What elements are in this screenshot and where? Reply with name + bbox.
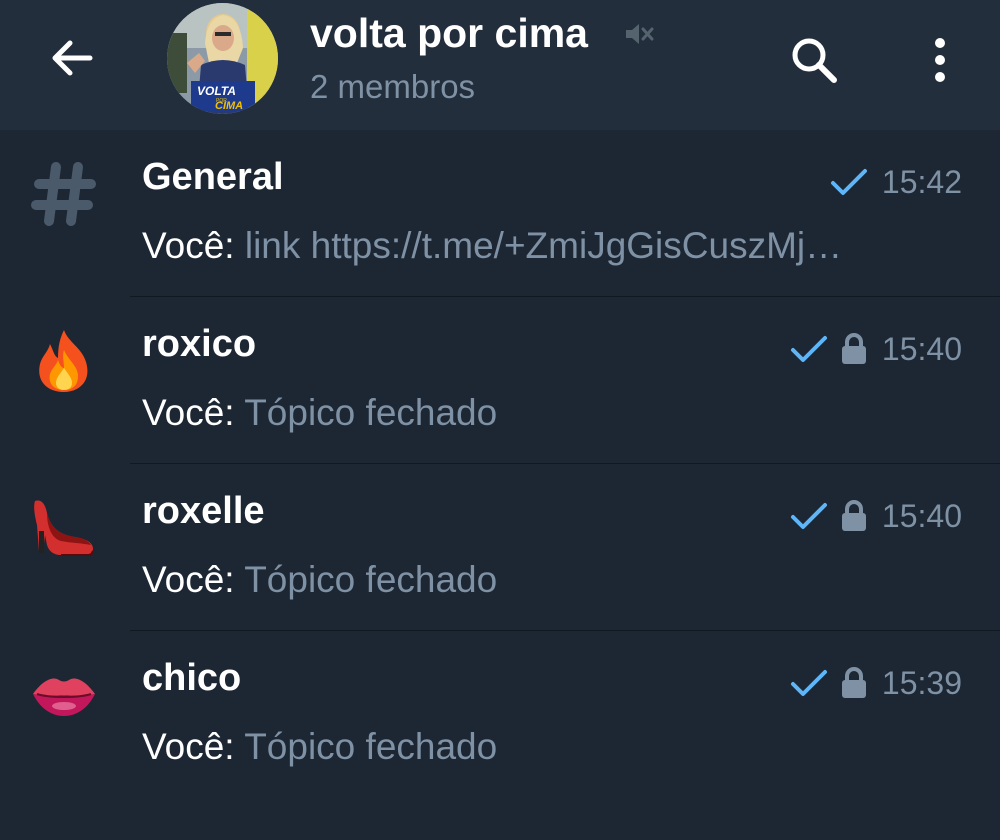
preview-sender: Você: [142,225,235,266]
topic-preview: Você: Tópico fechado [142,726,942,768]
group-title[interactable]: volta por cima [310,10,588,57]
topic-preview: Você: Tópico fechado [142,392,942,434]
topic-time: 15:42 [881,163,962,200]
topic-name: roxelle [142,490,265,532]
topic-row-chico[interactable]: chico 15:39 Você: Tópico fechado [0,631,1000,798]
preview-message: Tópico fechado [244,392,498,433]
app: VOLTA POR CIMA volta por cima 2 membros [0,0,1000,840]
preview-message: link https://t.me/+ZmiJgGisCuszMj… [244,225,843,266]
more-vertical-icon [935,38,945,82]
more-menu-button[interactable] [914,30,966,90]
member-count: 2 membros [310,68,476,105]
lips-icon [30,661,98,729]
high-heel-icon [30,494,98,562]
sent-check-icon [790,503,827,529]
topic-list: General 15:42 Você: link https://t.me/+Z… [0,130,1000,798]
topic-row-roxelle[interactable]: roxelle 15:40 Você: Tópico fechado [0,464,1000,631]
top-bar: VOLTA POR CIMA volta por cima 2 membros [0,0,1000,130]
topic-time: 15:40 [881,330,962,367]
topic-name: roxico [142,323,257,365]
topic-time: 15:39 [881,664,962,701]
preview-message: Tópico fechado [244,559,498,600]
topic-preview: Você: Tópico fechado [142,559,942,601]
muted-speaker-icon [626,24,654,44]
hash-icon [30,160,98,228]
svg-text:VOLTA: VOLTA [197,84,236,98]
topic-meta: 15:40 [790,329,962,369]
svg-text:CIMA: CIMA [215,100,243,112]
topic-row-roxico[interactable]: roxico 15:40 Você: Tópico fechado [0,297,1000,464]
preview-sender: Você: [142,392,235,433]
topic-row-general[interactable]: General 15:42 Você: link https://t.me/+Z… [0,130,1000,297]
sent-check-icon [790,336,827,362]
arrow-left-icon [52,40,93,76]
lock-icon [841,333,866,364]
topic-name: chico [142,657,242,699]
topic-meta: 15:40 [790,496,962,536]
preview-sender: Você: [142,726,235,767]
back-button[interactable] [44,30,100,86]
sent-check-icon [790,670,827,696]
lock-icon [841,500,866,531]
search-button[interactable] [784,30,844,90]
group-avatar-image: VOLTA POR CIMA [167,3,278,114]
search-icon [792,38,837,83]
group-avatar[interactable]: VOLTA POR CIMA [167,3,278,114]
fire-icon [30,327,98,395]
topic-preview: Você: link https://t.me/+ZmiJgGisCuszMj… [142,225,942,267]
lock-icon [841,667,866,698]
preview-message: Tópico fechado [244,726,498,767]
topic-meta: 15:39 [790,663,962,703]
topic-name: General [142,156,284,198]
sent-check-icon [830,169,867,195]
preview-sender: Você: [142,559,235,600]
topic-time: 15:40 [881,497,962,534]
topic-meta: 15:42 [830,162,962,202]
